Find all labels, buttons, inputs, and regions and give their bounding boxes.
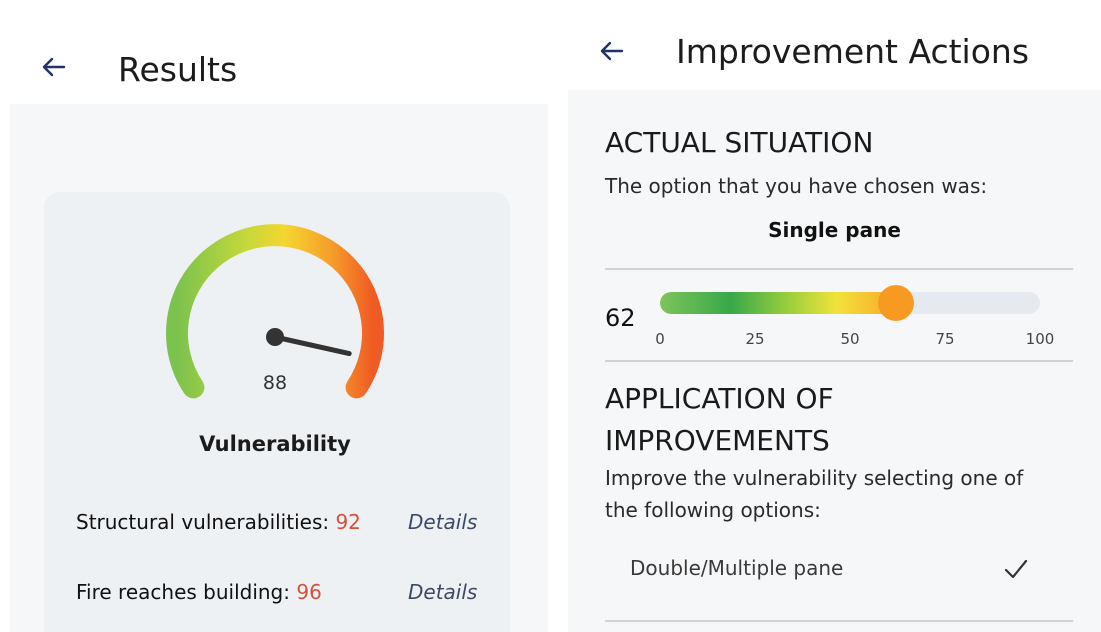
application-text-line1: Improve the vulnerability selecting one … bbox=[605, 466, 1024, 490]
divider bbox=[605, 360, 1073, 362]
row-label-wrap: Structural vulnerabilities: 92 bbox=[76, 510, 361, 534]
row-label-wrap: Fire reaches building: 96 bbox=[76, 580, 322, 604]
page-title: Results bbox=[118, 50, 238, 89]
checkmark-icon bbox=[1004, 559, 1028, 579]
fire-details-link[interactable]: Details bbox=[408, 580, 477, 604]
actual-situation-title: ACTUAL SITUATION bbox=[605, 126, 874, 159]
actual-situation-text: The option that you have chosen was: bbox=[605, 174, 988, 198]
application-title-line1: APPLICATION OF bbox=[605, 382, 834, 415]
row-label: Structural vulnerabilities: bbox=[76, 510, 336, 534]
divider bbox=[605, 620, 1073, 622]
slider-tick: 0 bbox=[655, 330, 665, 348]
gauge-needle bbox=[272, 334, 352, 357]
slider-tick: 50 bbox=[840, 330, 860, 348]
vulnerability-slider[interactable] bbox=[658, 285, 1058, 321]
slider-fill bbox=[660, 292, 896, 314]
slider-tick: 25 bbox=[745, 330, 765, 348]
improvement-app-bar: Improvement Actions bbox=[568, 0, 1101, 90]
slider-value: 62 bbox=[605, 304, 636, 332]
slider-ticks: 0 25 50 75 100 bbox=[655, 330, 1058, 350]
slider-tick: 100 bbox=[1025, 330, 1055, 348]
gauge-label: Vulnerability bbox=[199, 432, 351, 456]
application-title-line2: IMPROVEMENTS bbox=[605, 424, 830, 457]
gauge-arc bbox=[166, 224, 384, 399]
gauge-value: 88 bbox=[262, 372, 288, 394]
slider-tick: 75 bbox=[935, 330, 955, 348]
slider-thumb[interactable] bbox=[877, 285, 914, 321]
back-arrow-icon[interactable] bbox=[596, 36, 626, 66]
improvement-screen: Improvement Actions ACTUAL SITUATION The… bbox=[568, 0, 1101, 632]
row-label: Fire reaches building: bbox=[76, 580, 297, 604]
structural-details-link[interactable]: Details bbox=[408, 510, 477, 534]
row-value: 92 bbox=[335, 510, 361, 534]
results-app-bar: Results bbox=[0, 0, 548, 104]
option-label: Double/Multiple pane bbox=[630, 556, 844, 580]
slider-track[interactable] bbox=[660, 292, 1040, 314]
gauge-hub bbox=[266, 328, 284, 346]
fire-reaches-building-row: Fire reaches building: 96 Details bbox=[76, 580, 496, 610]
page-title: Improvement Actions bbox=[676, 32, 1030, 71]
back-arrow-icon[interactable] bbox=[38, 52, 68, 82]
option-double-multiple-pane[interactable]: Double/Multiple pane bbox=[605, 540, 1073, 600]
divider bbox=[605, 268, 1073, 270]
structural-vulnerabilities-row: Structural vulnerabilities: 92 Details bbox=[76, 510, 496, 540]
row-value: 96 bbox=[296, 580, 322, 604]
chosen-option: Single pane bbox=[768, 218, 901, 242]
application-text-line2: the following options: bbox=[605, 498, 821, 522]
